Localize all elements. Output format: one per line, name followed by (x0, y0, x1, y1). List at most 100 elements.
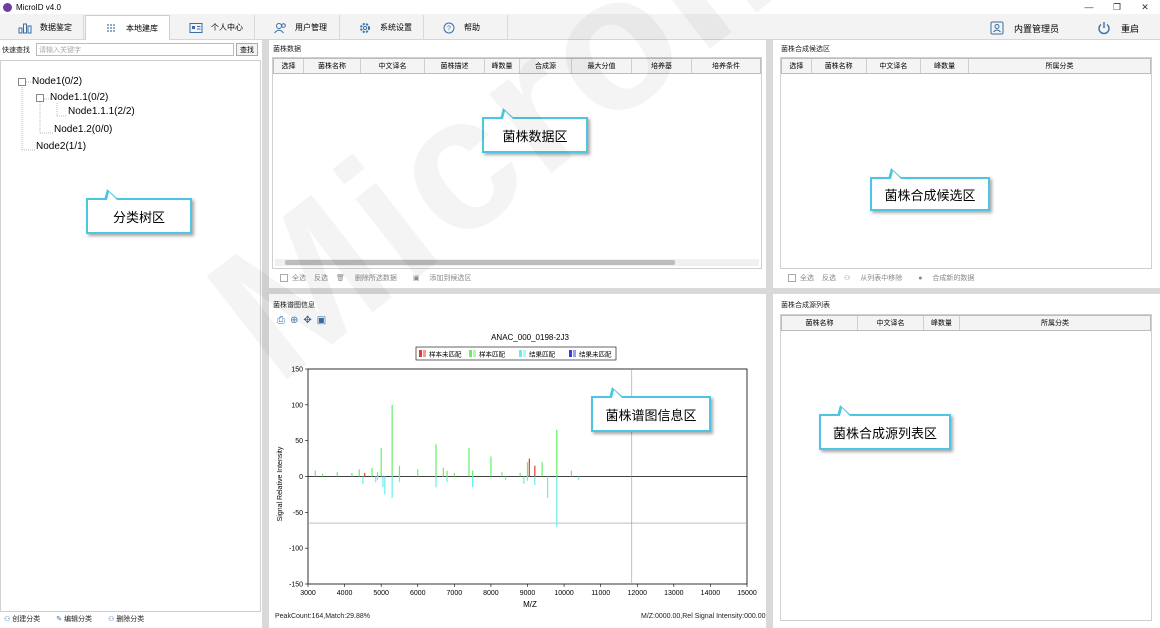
spectrum-toolbar: ⎙ ⊕ ✥ ▣ (277, 315, 326, 326)
callout-candidate: 菌株合成候选区 (870, 168, 990, 211)
tab-local-library[interactable]: 本地建库 (85, 15, 170, 40)
zoom-icon[interactable]: ⊕ (290, 315, 298, 326)
strain-grid-header: 选择 菌株名称 中文译名 菌株描述 峰数量 合成源 最大分值 培养基 培养条件 (273, 58, 761, 74)
minimize-button[interactable]: — (1076, 0, 1102, 14)
edit-icon: ✎ (56, 616, 63, 623)
col-header[interactable]: 菌株名称 (812, 59, 867, 73)
tree-node-1-2[interactable]: Node1.2(0/0) (54, 124, 112, 135)
col-header[interactable]: 最大分值 (572, 59, 632, 73)
x-tick-label: 8000 (483, 590, 499, 597)
col-header[interactable]: 菌株描述 (425, 59, 485, 73)
delete-selected-button[interactable]: 🗑 删除所选数据 (336, 273, 405, 283)
candidate-title: 菌株合成候选区 (781, 46, 830, 53)
y-tick-label: -150 (289, 582, 303, 589)
tree-node-1-1[interactable]: Node1.1(0/2) (36, 92, 108, 103)
legend-label: 结果未匹配 (579, 350, 612, 359)
col-header[interactable]: 峰数量 (921, 59, 969, 73)
svg-text:?: ? (447, 25, 451, 32)
callout-spectrum: 菌株谱图信息区 (591, 387, 711, 432)
legend-swatch (523, 350, 526, 357)
chart-legend: 样本未匹配 样本匹配 结果匹配 结果未匹配 (415, 346, 617, 361)
restart-button[interactable]: 重启 (1097, 19, 1139, 37)
edit-category-button[interactable]: ✎ 编辑分类 (56, 614, 100, 624)
callout-source-list: 菌株合成源列表区 (819, 405, 951, 450)
power-icon (1097, 21, 1111, 35)
close-button[interactable]: ✕ (1132, 0, 1158, 14)
tab-user-management[interactable]: 用户管理 (255, 15, 340, 40)
col-header[interactable]: 合成源 (520, 59, 572, 73)
tab-help[interactable]: ? 帮助 (424, 15, 508, 40)
x-tick-label: 13000 (664, 590, 684, 597)
col-header[interactable]: 菌株名称 (304, 59, 361, 73)
col-header[interactable]: 所属分类 (960, 316, 1150, 330)
current-user[interactable]: 内置管理员 (990, 19, 1059, 37)
select-all-checkbox[interactable] (280, 274, 288, 282)
search-button[interactable]: 查找 (236, 43, 258, 56)
tree-node-1[interactable]: Node1(0/2) (18, 76, 82, 87)
legend-label: 结果匹配 (529, 350, 556, 359)
source-grid[interactable]: 菌株名称 中文译名 峰数量 所属分类 (780, 314, 1152, 621)
horizontal-scrollbar[interactable] (275, 259, 759, 266)
col-header[interactable]: 峰数量 (485, 59, 520, 73)
invert-selection-button[interactable]: 反选 (822, 273, 836, 283)
x-tick-label: 11000 (591, 590, 610, 597)
col-header[interactable]: 所属分类 (969, 59, 1150, 73)
x-tick-label: 4000 (337, 590, 353, 597)
select-all-label[interactable]: 全选 (800, 273, 814, 283)
tab-data-identify[interactable]: 数据鉴定 (0, 15, 84, 40)
select-all-checkbox[interactable] (788, 274, 796, 282)
print-icon[interactable]: ⎙ (277, 315, 285, 326)
legend-label: 样本匹配 (479, 350, 506, 359)
collapse-icon[interactable] (36, 93, 44, 102)
col-header[interactable]: 选择 (274, 59, 304, 73)
legend-swatch (573, 350, 576, 357)
y-axis-label: Signal Relative Intensity (277, 446, 284, 521)
restore-button[interactable]: ❐ (1104, 0, 1130, 14)
candidate-grid[interactable]: 选择 菌株名称 中文译名 峰数量 所属分类 (780, 57, 1152, 269)
col-header[interactable]: 选择 (782, 59, 812, 73)
tree-node-2[interactable]: Node2(1/1) (36, 141, 86, 152)
select-all-label[interactable]: 全选 (292, 273, 306, 283)
col-header[interactable]: 中文译名 (858, 316, 924, 330)
invert-selection-button[interactable]: 反选 (314, 273, 328, 283)
tree-node-1-1-1[interactable]: Node1.1.1(2/2) (68, 106, 135, 117)
search-input[interactable]: 请输入关键字 (36, 43, 234, 56)
tab-system-settings[interactable]: 系统设置 (340, 15, 424, 40)
collapse-icon[interactable] (18, 77, 26, 86)
col-header[interactable]: 培养条件 (692, 59, 760, 73)
scrollbar-thumb[interactable] (285, 260, 675, 265)
col-header[interactable]: 中文译名 (361, 59, 425, 73)
legend-swatch (469, 350, 472, 357)
delete-category-button[interactable]: ⚇ 删除分类 (108, 614, 152, 624)
create-category-button[interactable]: ⚇ 创建分类 (4, 614, 48, 624)
users-icon (273, 22, 287, 34)
category-tree[interactable]: Node1(0/2) Node1.1(0/2) Node1.1.1(2/2) N… (0, 60, 261, 612)
x-tick-label: 10000 (554, 590, 574, 597)
pan-icon[interactable]: ✥ (303, 315, 311, 326)
col-header[interactable]: 峰数量 (924, 316, 960, 330)
cursor-readout: M/Z:0000.00,Rel Signal Intensity:000.00 (641, 613, 766, 620)
col-header[interactable]: 中文译名 (867, 59, 922, 73)
menu-bar: 数据鉴定 本地建库 个人中心 用户管理 系统设置 ? 帮助 内置管理员 重启 (0, 14, 1160, 40)
strain-data-grid[interactable]: 选择 菌株名称 中文译名 菌株描述 峰数量 合成源 最大分值 培养基 培养条件 (272, 57, 762, 269)
quick-search-label: 快速查找 (2, 47, 30, 54)
add-to-candidate-button[interactable]: ▣ 添加到候选区 (413, 273, 480, 283)
legend-swatch (423, 350, 426, 357)
legend-swatch (519, 350, 522, 357)
title-bar: MicroID v4.0 — ❐ ✕ (0, 0, 1160, 14)
horizontal-splitter[interactable] (269, 288, 1160, 294)
tab-personal-center[interactable]: 个人中心 (171, 15, 255, 40)
vertical-splitter-right[interactable] (766, 40, 773, 628)
synthesize-button[interactable]: ● 合成新的数据 (918, 273, 982, 283)
legend-swatch (569, 350, 572, 357)
spectrum-chart[interactable]: ANAC_000_0198-2J3 样本未匹配 样本匹配 结果匹配 结果未匹配 150… (268, 328, 762, 620)
remove-from-list-button[interactable]: ⚇ 从列表中移除 (844, 273, 910, 283)
col-header[interactable]: 菌株名称 (782, 316, 858, 330)
col-header[interactable]: 培养基 (632, 59, 692, 73)
save-icon[interactable]: ▣ (317, 315, 326, 326)
x-tick-label: 9000 (520, 590, 536, 597)
candidate-grid-header: 选择 菌株名称 中文译名 峰数量 所属分类 (781, 58, 1151, 74)
strain-data-title: 菌株数据 (273, 46, 301, 53)
tree-footer-toolbar: ⚇ 创建分类 ✎ 编辑分类 ⚇ 删除分类 (4, 614, 160, 624)
x-tick-label: 12000 (628, 590, 648, 597)
